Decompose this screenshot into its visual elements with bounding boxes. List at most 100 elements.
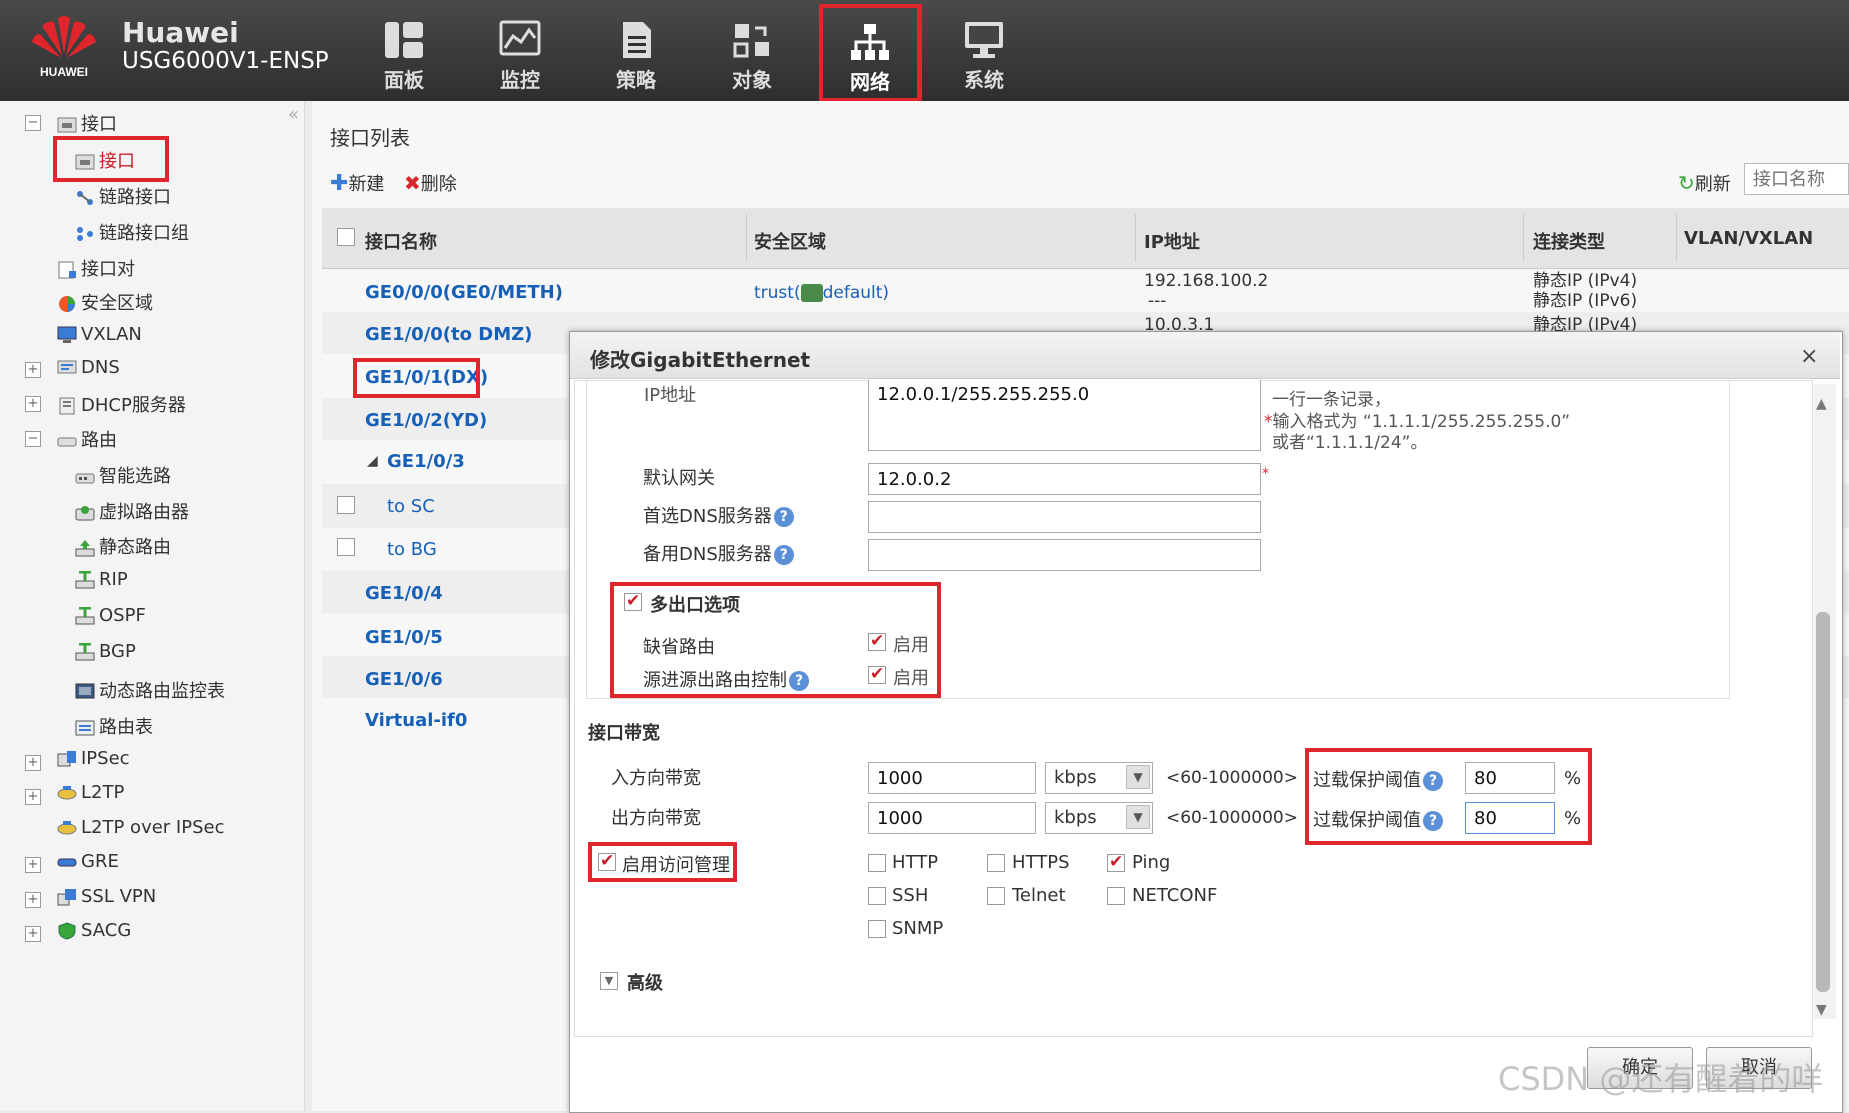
plus-icon: ✚	[330, 171, 349, 196]
sidebar-item-dynamic-route-monitor[interactable]: 动态路由监控表	[75, 677, 225, 703]
expand-arrow-icon[interactable]: ◢	[367, 452, 378, 470]
sidebar-item-ssl-vpn[interactable]: SSL VPN	[57, 886, 156, 907]
delete-button[interactable]: ✖删除	[404, 170, 457, 196]
help-icon[interactable]: ?	[773, 545, 794, 565]
expand-toggle[interactable]: +	[25, 926, 41, 942]
scroll-up-icon[interactable]: ▲	[1816, 396, 1827, 412]
smart-routing-icon	[75, 468, 95, 486]
row-checkbox[interactable]	[337, 496, 355, 514]
help-icon[interactable]: ?	[773, 507, 794, 527]
expand-toggle[interactable]: +	[25, 362, 41, 378]
sidebar-item-sacg[interactable]: SACG	[57, 920, 131, 941]
expand-toggle[interactable]: +	[25, 755, 41, 771]
table-row[interactable]: GE0/0/0(GE0/METH) trust(default) 192.168…	[322, 270, 1849, 312]
telnet-label: Telnet	[1012, 885, 1066, 906]
new-button[interactable]: ✚新建	[330, 170, 384, 196]
nav-monitor[interactable]: 监控	[470, 16, 570, 96]
sidebar-item-interface-group[interactable]: 接口	[57, 110, 117, 136]
sidebar-item-dns[interactable]: DNS	[57, 357, 120, 378]
http-label: HTTP	[892, 852, 939, 873]
http-checkbox[interactable]	[868, 854, 886, 872]
row-checkbox[interactable]	[337, 538, 355, 556]
bandwidth-section-title: 接口带宽	[588, 723, 660, 744]
sidebar-item-smart-routing[interactable]: 智能选路	[75, 462, 171, 488]
inbound-bandwidth-label: 入方向带宽	[611, 768, 701, 789]
default-gateway-input[interactable]	[868, 463, 1261, 495]
inbound-bandwidth-input[interactable]	[868, 762, 1036, 794]
brand-name: Huawei	[122, 16, 239, 49]
security-zone-icon	[57, 295, 77, 313]
sidebar-item-ospf[interactable]: OSPF	[75, 605, 146, 626]
ping-checkbox[interactable]	[1107, 852, 1125, 872]
sidebar-item-static-route[interactable]: 静态路由	[75, 533, 171, 559]
outbound-unit-select[interactable]: kbps ▼	[1045, 802, 1153, 834]
nav-dashboard[interactable]: 面板	[354, 16, 454, 96]
interface-icon	[57, 116, 77, 134]
nav-label: 监控	[500, 68, 540, 92]
bgp-icon	[75, 642, 95, 661]
primary-dns-input[interactable]	[868, 501, 1261, 533]
ip-address-textarea[interactable]: 12.0.0.1/255.255.255.0	[868, 380, 1261, 451]
telnet-checkbox[interactable]	[987, 887, 1005, 905]
expand-toggle[interactable]: +	[25, 789, 41, 805]
column-security-zone[interactable]: 安全区域	[754, 228, 826, 254]
sidebar-item-ipsec[interactable]: IPSec	[57, 748, 130, 769]
scroll-down-icon[interactable]: ▼	[1816, 1002, 1827, 1018]
sidebar-item-interface-pair[interactable]: 接口对	[57, 255, 135, 281]
interface-pair-icon	[57, 261, 77, 279]
expand-toggle[interactable]: +	[25, 396, 41, 412]
sidebar-item-l2tp-over-ipsec[interactable]: L2TP over IPSec	[57, 817, 224, 838]
column-ip-address[interactable]: IP地址	[1144, 228, 1200, 254]
https-checkbox[interactable]	[987, 854, 1005, 872]
nav-object[interactable]: 对象	[702, 16, 802, 96]
ipsec-icon	[57, 750, 77, 768]
object-icon	[731, 20, 773, 60]
https-label: HTTPS	[1012, 852, 1070, 873]
ip-address-label: IP地址	[644, 385, 697, 406]
sidebar-item-gre[interactable]: GRE	[57, 851, 119, 872]
secondary-dns-input[interactable]	[868, 539, 1261, 571]
netconf-checkbox[interactable]	[1107, 887, 1125, 905]
expand-toggle[interactable]: +	[25, 892, 41, 908]
page-title: 接口列表	[330, 126, 410, 150]
column-vlan-vxlan[interactable]: VLAN/VXLAN	[1684, 228, 1813, 249]
device-model: USG6000V1-ENSP	[122, 48, 329, 74]
nav-system[interactable]: 系统	[934, 16, 1034, 96]
nav-policy[interactable]: 策略	[586, 16, 686, 96]
column-connection-type[interactable]: 连接类型	[1533, 228, 1605, 254]
inbound-unit-select[interactable]: kbps ▼	[1045, 762, 1153, 794]
sidebar-item-vxlan[interactable]: VXLAN	[57, 324, 142, 345]
sidebar-item-rip[interactable]: RIP	[75, 569, 128, 590]
inbound-range-hint: <60-1000000>	[1166, 768, 1298, 788]
select-all-checkbox[interactable]	[337, 228, 355, 246]
sidebar-item-dhcp-server[interactable]: DHCP服务器	[57, 391, 186, 417]
sidebar-item-routing-table[interactable]: 路由表	[75, 713, 153, 739]
secondary-dns-label: 备用DNS服务器?	[643, 540, 794, 566]
dialog-title: 修改GigabitEthernet	[590, 348, 811, 372]
collapse-toggle[interactable]: −	[25, 431, 41, 447]
expand-toggle[interactable]: +	[25, 857, 41, 873]
sidebar-item-l2tp[interactable]: L2TP	[57, 782, 124, 803]
sidebar-item-bgp[interactable]: BGP	[75, 641, 136, 662]
close-icon[interactable]: ×	[1800, 344, 1818, 369]
column-interface-name[interactable]: 接口名称	[365, 228, 437, 254]
snmp-checkbox[interactable]	[868, 920, 886, 938]
sidebar-collapse-button[interactable]: «	[288, 104, 299, 125]
required-mark: *	[1262, 466, 1269, 482]
advanced-section-label[interactable]: 高级	[627, 969, 663, 995]
sidebar-item-virtual-router[interactable]: 虚拟路由器	[75, 498, 189, 524]
highlight-sidebar-interface	[53, 136, 169, 182]
scroll-thumb[interactable]	[1816, 612, 1830, 992]
collapse-toggle[interactable]: −	[25, 115, 41, 131]
refresh-button[interactable]: ↻刷新	[1678, 170, 1731, 196]
sidebar-item-link-interface[interactable]: 链路接口	[75, 183, 171, 209]
system-icon	[963, 20, 1005, 60]
ssh-checkbox[interactable]	[868, 887, 886, 905]
sidebar-item-routing[interactable]: 路由	[57, 426, 117, 452]
interface-name-search[interactable]	[1744, 163, 1849, 195]
outbound-bandwidth-input[interactable]	[868, 802, 1036, 834]
sidebar-item-link-interface-group[interactable]: 链路接口组	[75, 219, 189, 245]
link-icon	[75, 189, 95, 207]
advanced-expand-icon[interactable]: ▼	[600, 972, 618, 990]
sidebar-item-security-zone[interactable]: 安全区域	[57, 289, 153, 315]
